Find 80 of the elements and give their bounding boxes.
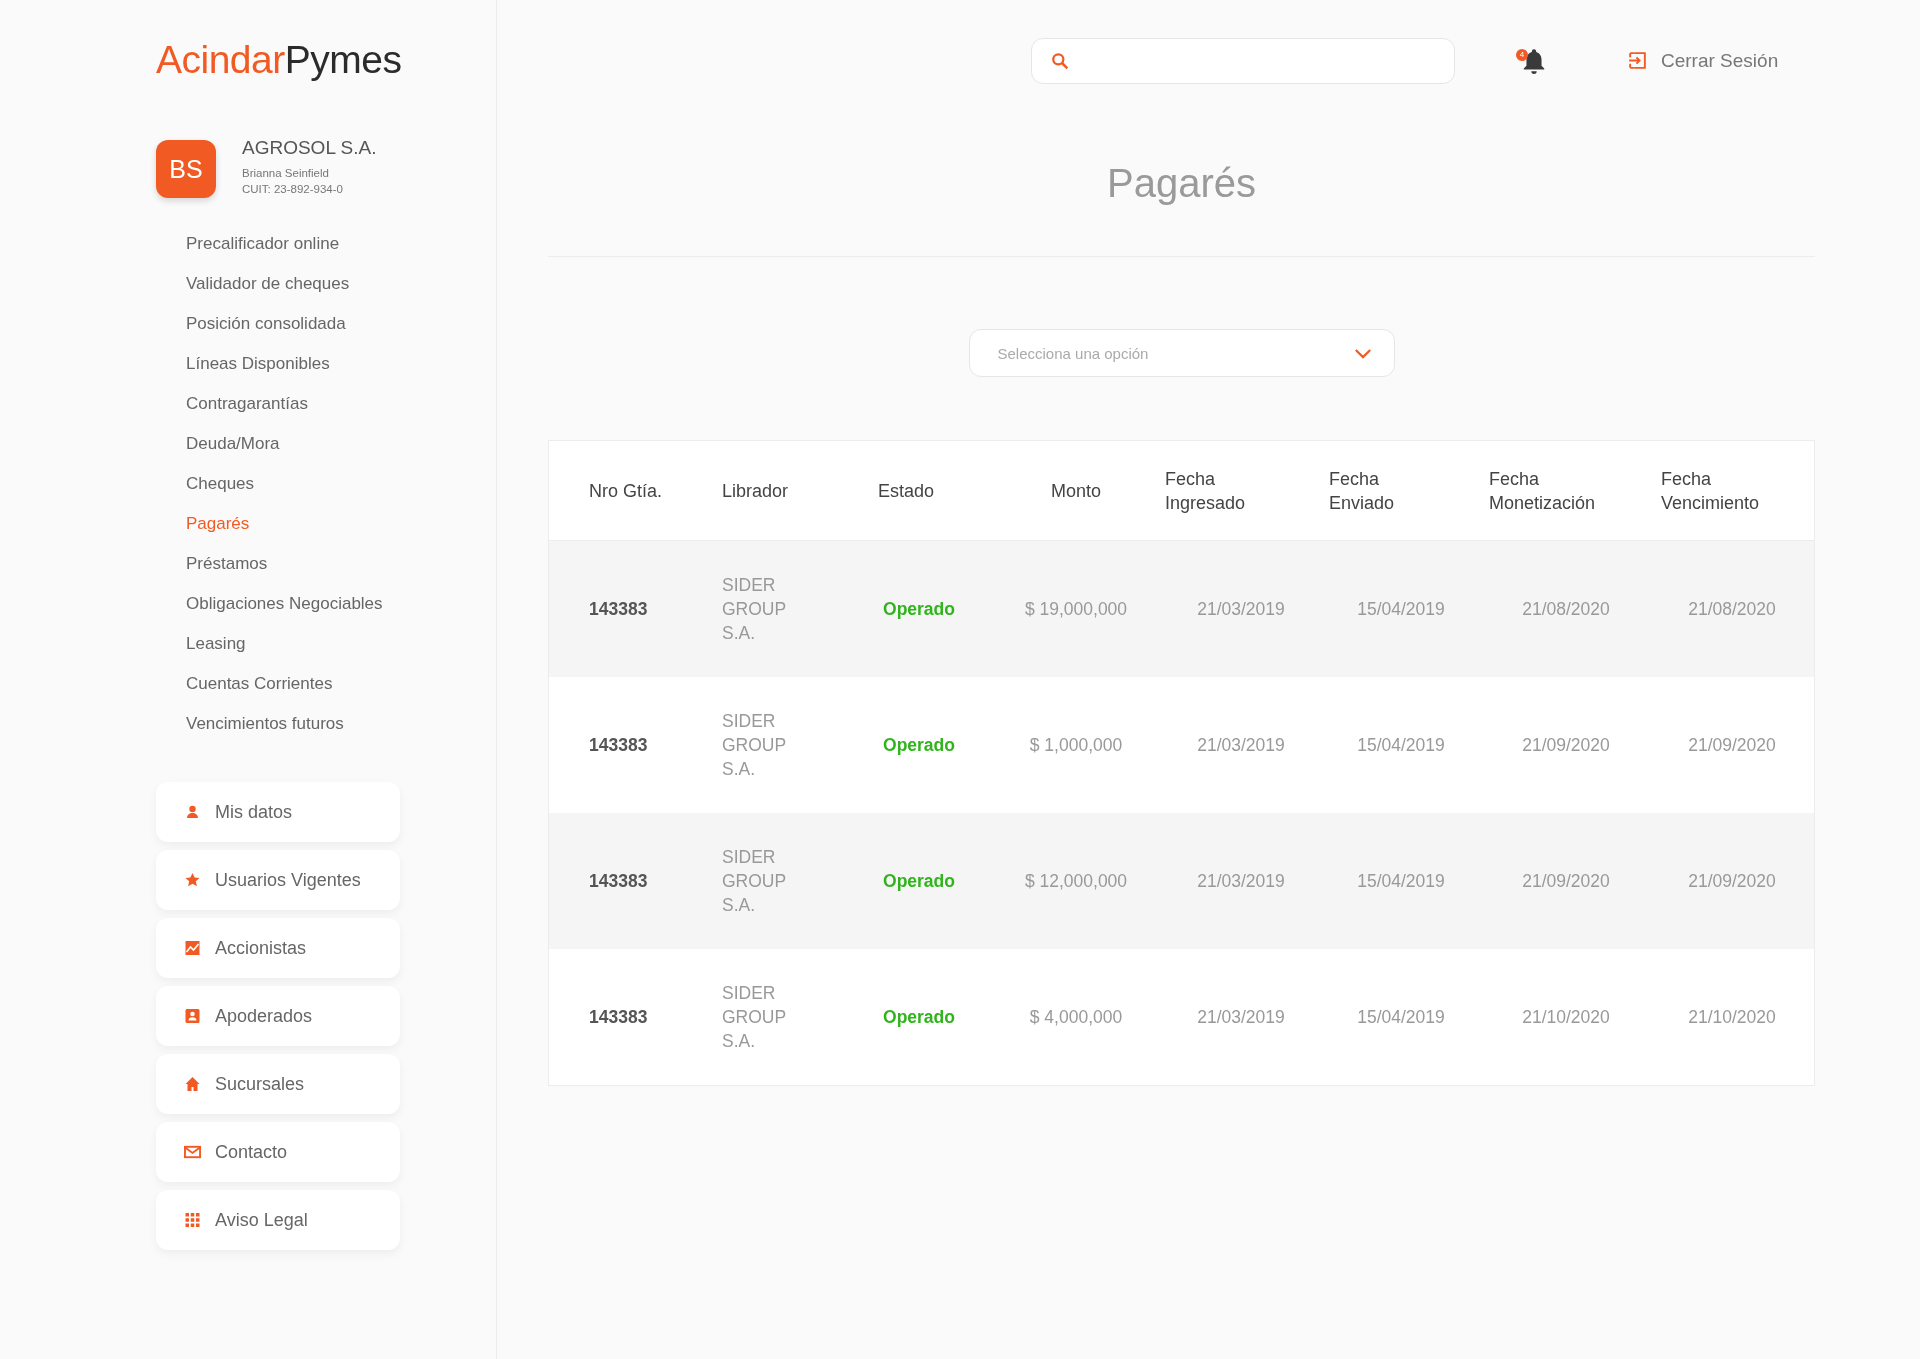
chart-icon xyxy=(184,940,201,956)
table-cell-text: 143383 xyxy=(588,1006,649,1028)
table-cell-text: 15/04/2019 xyxy=(1356,870,1446,892)
table-cell-text: SIDER GROUP S.A. xyxy=(721,710,787,781)
table-cell-text: $ 4,000,000 xyxy=(1028,1006,1124,1028)
column-header: Librador xyxy=(721,479,790,503)
table-cell-text: 21/03/2019 xyxy=(1196,598,1286,620)
sidebar-button[interactable]: Contacto xyxy=(156,1122,400,1182)
table-cell-text: 143383 xyxy=(588,870,649,892)
column-header: Estado xyxy=(877,479,936,503)
grid-icon xyxy=(184,1212,201,1228)
table-cell-text: 21/03/2019 xyxy=(1196,1006,1286,1028)
nav-link[interactable]: Obligaciones Negociables xyxy=(186,584,383,624)
status-text: Operado xyxy=(882,1006,956,1028)
column-header: Monto xyxy=(1050,479,1102,503)
sidebar-button[interactable]: Sucursales xyxy=(156,1054,400,1114)
mail-icon xyxy=(184,1144,201,1160)
nav-link[interactable]: Validador de cheques xyxy=(186,264,350,304)
column-header: Fecha Ingresado xyxy=(1164,467,1247,515)
person-icon xyxy=(184,804,201,820)
table-cell-text: SIDER GROUP S.A. xyxy=(721,982,787,1053)
home-icon xyxy=(184,1076,201,1092)
contact-card-icon xyxy=(184,1008,201,1024)
logout-icon xyxy=(1627,50,1648,71)
column-header: Fecha Vencimiento xyxy=(1660,467,1761,515)
column-header: Fecha Enviado xyxy=(1328,467,1396,515)
table-cell-text: 21/10/2020 xyxy=(1687,1006,1777,1028)
notification-badge: 4 xyxy=(1516,48,1528,61)
status-text: Operado xyxy=(882,870,956,892)
status-text: Operado xyxy=(882,598,956,620)
nav-link[interactable]: Préstamos xyxy=(186,544,268,584)
column-header: Fecha Monetización xyxy=(1488,467,1597,515)
table-cell-text: 143383 xyxy=(588,598,649,620)
table-cell-text: 15/04/2019 xyxy=(1356,734,1446,756)
sidebar-button[interactable]: Mis datos xyxy=(156,782,400,842)
nav-link[interactable]: Leasing xyxy=(186,624,246,664)
sidebar-button[interactable]: Aviso Legal xyxy=(156,1190,400,1250)
table-cell-text: $ 1,000,000 xyxy=(1028,734,1124,756)
sidebar-button[interactable]: Apoderados xyxy=(156,986,400,1046)
nav-link[interactable]: Pagarés xyxy=(186,504,250,544)
table-cell-text: 21/08/2020 xyxy=(1521,598,1611,620)
user-name: Brianna Seinfield xyxy=(242,166,330,181)
nav-link[interactable]: Vencimientos futuros xyxy=(186,704,344,744)
company-name: AGROSOL S.A. xyxy=(242,137,377,159)
column-header: Nro Gtía. xyxy=(588,479,664,503)
nav-link[interactable]: Cuentas Corrientes xyxy=(186,664,333,704)
table-cell-text: 21/03/2019 xyxy=(1196,870,1286,892)
table-cell-text: 21/03/2019 xyxy=(1196,734,1286,756)
search-field[interactable] xyxy=(1031,37,1455,84)
table-cell-text: SIDER GROUP S.A. xyxy=(721,846,787,917)
nav-link[interactable]: Contragarantías xyxy=(186,384,308,424)
table-cell-text: 15/04/2019 xyxy=(1356,1006,1446,1028)
logout-link[interactable]: Cerrar Sesión xyxy=(1627,49,1779,72)
chevron-down-icon xyxy=(1353,347,1372,359)
table-cell-text: 21/09/2020 xyxy=(1521,870,1611,892)
table-cell-text: SIDER GROUP S.A. xyxy=(721,574,787,645)
nav-link[interactable]: Posición consolidada xyxy=(186,304,346,344)
table-cell-text: 21/08/2020 xyxy=(1687,598,1777,620)
page-title: Pagarés xyxy=(1106,161,1257,206)
nav-link[interactable]: Líneas Disponibles xyxy=(186,344,330,384)
table-cell-text: $ 12,000,000 xyxy=(1023,870,1129,892)
search-icon xyxy=(1051,51,1069,70)
avatar: BS xyxy=(156,140,216,198)
table-cell-text: 143383 xyxy=(588,734,649,756)
table-cell-text: 21/10/2020 xyxy=(1521,1006,1611,1028)
star-icon xyxy=(184,872,201,888)
table-cell-text: 21/09/2020 xyxy=(1687,734,1777,756)
table-cell-text: 21/09/2020 xyxy=(1687,870,1777,892)
table-cell-text: $ 19,000,000 xyxy=(1023,598,1129,620)
status-text: Operado xyxy=(882,734,956,756)
bell-icon[interactable] xyxy=(1521,46,1547,75)
nav-link[interactable]: Deuda/Mora xyxy=(186,424,280,464)
table-cell-text: 15/04/2019 xyxy=(1356,598,1446,620)
cuit-text: CUIT: 23-892-934-0 xyxy=(242,182,344,197)
sidebar-button[interactable]: Usuarios Vigentes xyxy=(156,850,400,910)
nav-link[interactable]: Cheques xyxy=(186,464,255,504)
logo: AcindarPymes xyxy=(156,38,402,82)
sidebar-button[interactable]: Accionistas xyxy=(156,918,400,978)
nav-link[interactable]: Precalificador online xyxy=(186,224,340,264)
table-cell-text: 21/09/2020 xyxy=(1521,734,1611,756)
